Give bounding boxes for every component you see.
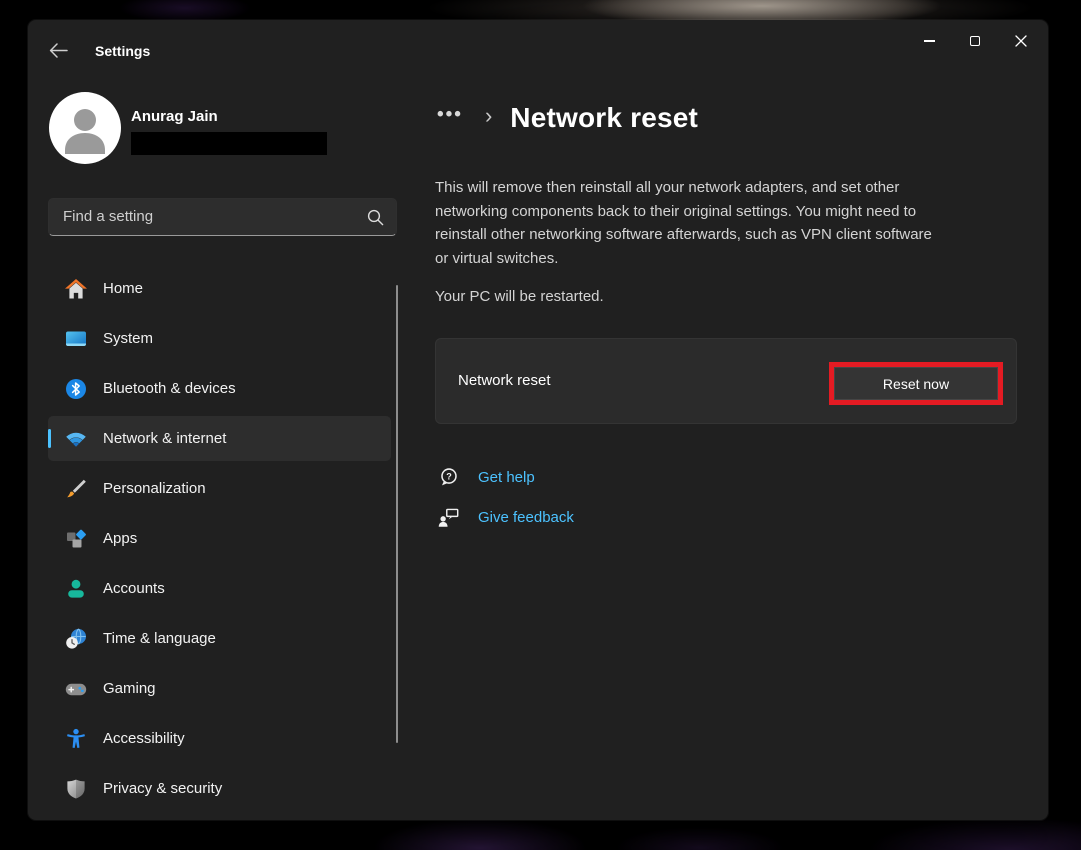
sidebar-item-label: Personalization xyxy=(103,480,206,497)
description-line: or virtual switches. xyxy=(435,247,1035,271)
sidebar-item-label: Gaming xyxy=(103,680,156,697)
sidebar-item-label: Network & internet xyxy=(103,430,226,447)
network-reset-card: Network reset Reset now xyxy=(435,338,1017,424)
sidebar-item-label: Accessibility xyxy=(103,730,185,747)
selected-indicator xyxy=(48,429,51,448)
sidebar-item-personalization[interactable]: Personalization xyxy=(48,466,391,511)
search-input[interactable] xyxy=(49,199,396,235)
reset-now-button[interactable]: Reset now xyxy=(834,367,998,400)
search-box xyxy=(48,198,397,236)
sidebar-item-home[interactable]: Home xyxy=(48,266,391,311)
sidebar-item-accounts[interactable]: Accounts xyxy=(48,566,391,611)
description-line: reinstall other networking software afte… xyxy=(435,223,1035,247)
user-profile[interactable]: Anurag Jain xyxy=(49,92,359,164)
svg-text:?: ? xyxy=(446,471,452,481)
sidebar-scrollbar[interactable] xyxy=(396,285,398,743)
close-icon xyxy=(1015,35,1027,47)
minimize-icon xyxy=(924,40,935,41)
reset-card-label: Network reset xyxy=(458,372,551,389)
privacy-icon xyxy=(63,776,89,802)
home-icon xyxy=(63,276,89,302)
description-line: networking components back to their orig… xyxy=(435,200,1035,224)
restart-note: Your PC will be restarted. xyxy=(435,288,604,305)
settings-window: Settings Anurag Jain xyxy=(28,20,1048,820)
sidebar-item-label: Bluetooth & devices xyxy=(103,380,236,397)
page-title: Network reset xyxy=(510,102,698,134)
sidebar-item-label: Privacy & security xyxy=(103,780,222,797)
sidebar-item-gaming[interactable]: Gaming xyxy=(48,666,391,711)
sidebar-item-label: Apps xyxy=(103,530,137,547)
user-name: Anurag Jain xyxy=(131,108,218,125)
accounts-icon xyxy=(63,576,89,602)
personalization-icon xyxy=(63,476,89,502)
maximize-button[interactable] xyxy=(952,20,998,62)
accessibility-icon xyxy=(63,726,89,752)
get-help-label: Get help xyxy=(478,469,535,486)
system-icon xyxy=(63,326,89,352)
window-controls xyxy=(906,20,1044,62)
breadcrumb-ellipsis-button[interactable]: ••• xyxy=(435,102,465,134)
minimize-button[interactable] xyxy=(906,20,952,62)
sidebar-item-system[interactable]: System xyxy=(48,316,391,361)
red-highlight-annotation: Reset now xyxy=(829,362,1003,405)
back-button[interactable] xyxy=(43,36,73,64)
sidebar-item-time-language[interactable]: Time & language xyxy=(48,616,391,661)
page-description: This will remove then reinstall all your… xyxy=(435,176,1035,270)
avatar-person-icon xyxy=(49,92,121,164)
sidebar-item-label: Time & language xyxy=(103,630,216,647)
sidebar-item-network-internet[interactable]: Network & internet xyxy=(48,416,391,461)
apps-icon xyxy=(63,526,89,552)
search-icon[interactable] xyxy=(367,209,384,226)
give-feedback-link[interactable]: Give feedback xyxy=(437,506,574,529)
sidebar-item-label: Accounts xyxy=(103,580,165,597)
description-line: This will remove then reinstall all your… xyxy=(435,176,1035,200)
back-arrow-icon xyxy=(49,43,68,58)
sidebar-item-apps[interactable]: Apps xyxy=(48,516,391,561)
sidebar-item-privacy-security[interactable]: Privacy & security xyxy=(48,766,391,811)
sidebar-nav: Home System Bluetooth & devices xyxy=(48,266,391,816)
network-icon xyxy=(63,426,89,452)
avatar xyxy=(49,92,121,164)
give-feedback-icon xyxy=(437,506,460,529)
sidebar-item-bluetooth-devices[interactable]: Bluetooth & devices xyxy=(48,366,391,411)
chevron-right-icon: › xyxy=(485,103,492,129)
sidebar-item-label: System xyxy=(103,330,153,347)
give-feedback-label: Give feedback xyxy=(478,509,574,526)
close-button[interactable] xyxy=(998,20,1044,62)
breadcrumb: ••• › Network reset xyxy=(435,95,698,141)
get-help-link[interactable]: ? Get help xyxy=(437,466,535,489)
bluetooth-icon xyxy=(63,376,89,402)
sidebar-item-label: Home xyxy=(103,280,143,297)
gaming-icon xyxy=(63,676,89,702)
redacted-email-bar xyxy=(131,132,327,155)
maximize-icon xyxy=(970,36,980,46)
sidebar-item-accessibility[interactable]: Accessibility xyxy=(48,716,391,761)
get-help-icon: ? xyxy=(437,466,460,489)
app-title: Settings xyxy=(95,43,150,59)
time-language-icon xyxy=(63,626,89,652)
